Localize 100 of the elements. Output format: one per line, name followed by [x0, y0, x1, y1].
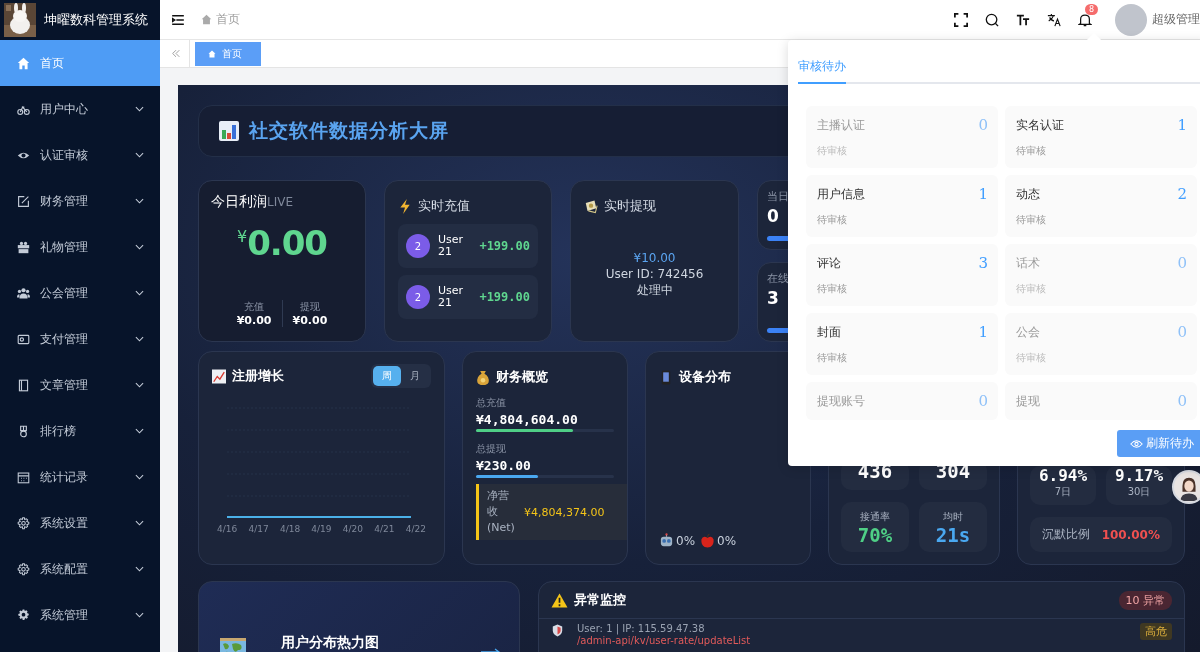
sidebar-item[interactable]: 系统设置: [0, 500, 160, 546]
user-avatar: 2: [406, 234, 430, 258]
share-value: 0%: [717, 533, 737, 548]
alert-path: /admin-api/kv/user-rate/updateList: [577, 635, 751, 647]
review-count: 0: [978, 116, 988, 134]
review-status: 待审核: [817, 213, 848, 227]
review-label: 主播认证: [817, 116, 865, 134]
card-title: 注册增长: [232, 367, 284, 385]
sidebar-item[interactable]: 系统管理: [0, 592, 160, 638]
chevron-down-icon: [135, 474, 144, 480]
review-count: 2: [1177, 185, 1187, 203]
search-icon[interactable]: [985, 12, 999, 27]
counter-value: 3: [767, 288, 779, 308]
app-title: 坤曜数科管理系统: [44, 11, 148, 29]
review-label: 评论: [817, 254, 841, 272]
user-name[interactable]: 超级管理: [1152, 11, 1200, 28]
home-icon: [201, 14, 212, 25]
axis-label: 4/18: [279, 524, 301, 534]
review-count: 0: [1177, 254, 1187, 272]
tile-value: 6.94%: [1038, 466, 1088, 485]
share-value: 0%: [676, 533, 696, 548]
review-item[interactable]: 动态 2 待审核: [1005, 175, 1197, 237]
sidebar-item[interactable]: 用户中心: [0, 86, 160, 132]
review-item[interactable]: 评论 3 待审核: [806, 244, 998, 306]
card-title: 异常监控: [574, 591, 626, 609]
axis-label: 4/19: [311, 524, 332, 534]
review-label: 话术: [1016, 254, 1040, 272]
chevron-down-icon: [135, 152, 144, 158]
bell-icon[interactable]: [1078, 12, 1092, 27]
sidebar-item[interactable]: 排行榜: [0, 408, 160, 454]
stat-value: ¥0.00: [292, 314, 328, 327]
review-label: 提现: [1016, 392, 1040, 410]
money-bag-icon: [476, 369, 490, 385]
tile-label: 均时: [943, 510, 963, 524]
live-label: LIVE: [267, 195, 293, 209]
sidebar-item[interactable]: 认证审核: [0, 132, 160, 178]
heatmap-card[interactable]: 用户分布热力图: [198, 581, 520, 652]
axis-label: 4/16: [217, 524, 238, 534]
font-size-icon[interactable]: [1016, 12, 1030, 27]
metric-value: ¥230.00: [476, 458, 532, 473]
review-count: 3: [978, 254, 988, 272]
review-item[interactable]: 用户信息 1 待审核: [806, 175, 998, 237]
review-status: 待审核: [817, 351, 848, 365]
sidebar-item[interactable]: 礼物管理: [0, 224, 160, 270]
alert-count-badge: 10 异常: [1118, 590, 1172, 610]
profit-amount: 0.00: [247, 223, 328, 263]
chevron-down-icon: [135, 566, 144, 572]
tile-value: 21s: [935, 524, 971, 546]
review-item[interactable]: 实名认证 1 待审核: [1005, 106, 1197, 168]
sidebar-item[interactable]: 公会管理: [0, 270, 160, 316]
review-item[interactable]: 封面 1 待审核: [806, 313, 998, 375]
card-title: 用户分布热力图: [281, 634, 379, 652]
sidebar-item[interactable]: 支付管理: [0, 316, 160, 362]
counter-label: 在线: [767, 271, 789, 286]
metric-value: ¥4,804,604.00: [476, 412, 579, 427]
severity-badge: 高危: [1140, 623, 1172, 640]
sidebar-item[interactable]: 文章管理: [0, 362, 160, 408]
chevron-down-icon: [135, 336, 144, 342]
sidebar-item[interactable]: 系统配置: [0, 546, 160, 592]
review-count: 0: [1177, 323, 1187, 341]
home-icon: [208, 49, 216, 58]
review-status: 待审核: [1016, 213, 1047, 227]
shield-icon: [552, 624, 563, 637]
review-label: 封面: [817, 323, 841, 341]
counter-label: 当日: [767, 189, 789, 204]
bar-chart-icon: [219, 121, 239, 141]
review-count: 1: [1177, 116, 1187, 134]
chevron-down-icon: [135, 382, 144, 388]
status-text: 处理中: [636, 282, 673, 298]
chevron-down-icon: [135, 612, 144, 618]
user-avatar: 2: [406, 285, 430, 309]
review-count: 0: [978, 392, 988, 410]
phone-icon: [659, 369, 673, 385]
money-icon: [584, 198, 598, 214]
review-status: 待审核: [817, 282, 848, 296]
sidebar-item[interactable]: 财务管理: [0, 178, 160, 224]
chevron-down-icon: [135, 428, 144, 434]
review-count: 0: [1177, 392, 1187, 410]
sidebar-item[interactable]: 统计记录: [0, 454, 160, 500]
fullscreen-icon[interactable]: [954, 12, 968, 27]
stat-label: 充值: [244, 300, 265, 314]
chevron-down-icon: [135, 290, 144, 296]
currency-sign: ¥: [236, 227, 248, 246]
net-value: ¥4,804,374.00: [524, 505, 605, 519]
period-option[interactable]: 月: [401, 366, 429, 386]
axis-label: 4/20: [342, 524, 364, 534]
review-count: 1: [978, 185, 988, 203]
net-label: 净营收(Net): [487, 488, 516, 536]
apple-icon: [700, 533, 716, 548]
user-name: User 21: [438, 234, 465, 258]
tile-value: 9.17%: [1114, 466, 1164, 485]
review-label: 用户信息: [817, 185, 865, 203]
card-title: 财务概览: [496, 368, 548, 386]
chevron-down-icon: [135, 244, 144, 250]
card-title: 设备分布: [679, 368, 731, 386]
translate-icon[interactable]: [1047, 12, 1061, 27]
chevron-down-icon: [135, 198, 144, 204]
tile-value: 70%: [857, 524, 893, 546]
trend-chart-icon: [212, 368, 226, 384]
alert-row[interactable]: User: 1 | IP: 115.59.47.38 /admin-api/kv/user-rate/updateList 高危: [539, 619, 1184, 647]
